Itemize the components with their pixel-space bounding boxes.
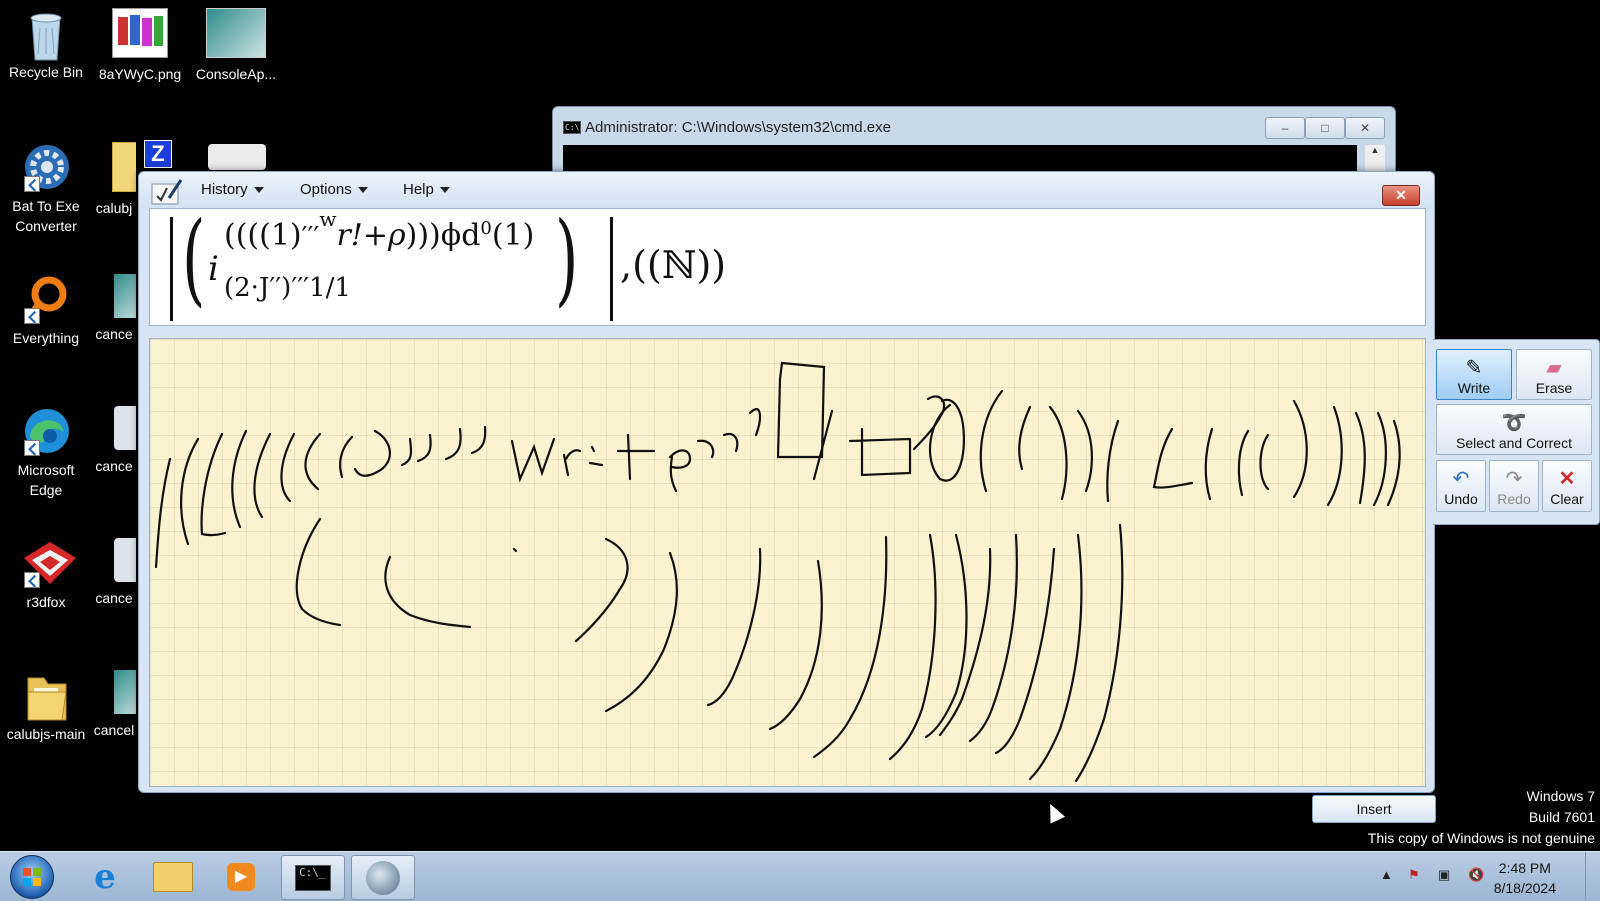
- chevron-down-icon: [253, 187, 264, 194]
- cmd-icon: C:\_: [295, 864, 331, 891]
- windows-logo-icon: [23, 868, 41, 886]
- chevron-down-icon: [357, 187, 368, 194]
- taskbar-internet-explorer[interactable]: e: [74, 855, 136, 898]
- desktop-icon-r3dfox[interactable]: r3dfox: [4, 538, 88, 612]
- desktop-icon-cance-3[interactable]: cance: [92, 538, 136, 608]
- desktop-icon-calubjs-main[interactable]: calubjs-main: [4, 670, 88, 744]
- gear-icon: [114, 406, 136, 450]
- desktop-icon-calubj[interactable]: calubj: [92, 142, 136, 218]
- desktop-icon-cance-1[interactable]: cance: [92, 274, 136, 344]
- undo-icon: ↶: [1452, 468, 1470, 490]
- cmd-icon: C:\: [563, 121, 581, 134]
- action-center-flag-icon[interactable]: ⚑: [1408, 867, 1420, 883]
- shortcut-arrow-icon: [24, 308, 40, 324]
- windows-watermark: Windows 7 Build 7601 This copy of Window…: [1367, 788, 1595, 846]
- file-explorer-icon: [153, 861, 193, 892]
- redo-icon: ↷: [1505, 468, 1523, 490]
- formula-top: ((((1)′′′wr!+ρ)))ϕd0(1): [224, 208, 535, 253]
- show-desktop-button[interactable]: [1585, 852, 1600, 901]
- math-input-panel-window[interactable]: History Options Help ✕ ( ((((1)′′′wr!+ρ)…: [138, 171, 1435, 793]
- start-button[interactable]: [10, 855, 54, 899]
- folder-icon: [22, 670, 70, 721]
- minimize-button[interactable]: –: [1265, 117, 1305, 139]
- desktop-icon-recycle-bin[interactable]: Recycle Bin: [4, 8, 88, 82]
- folder-icon: [112, 142, 136, 192]
- lasso-icon: ➰: [1501, 412, 1527, 434]
- formula-subscript: (2·J′′)′′′1/1: [224, 273, 351, 303]
- redo-button[interactable]: ↷ Redo: [1489, 460, 1539, 512]
- zip-icon: Z: [144, 140, 172, 168]
- edge-icon: [22, 406, 70, 456]
- desktop-icon-cance-2[interactable]: cance: [92, 406, 136, 476]
- volume-muted-icon[interactable]: 🔇: [1468, 867, 1484, 883]
- chevron-down-icon: [439, 187, 450, 194]
- menu-history[interactable]: History: [201, 181, 264, 198]
- taskbar-clock[interactable]: 2:48 PM 8/18/2024: [1494, 858, 1556, 898]
- cmd-window[interactable]: C:\ Administrator: C:\Windows\system32\c…: [552, 106, 1396, 172]
- undo-button[interactable]: ↶ Undo: [1436, 460, 1486, 512]
- clear-button[interactable]: ✕ Clear: [1542, 460, 1592, 512]
- recycle-bin-icon: [22, 8, 70, 61]
- shortcut-arrow-icon: [24, 440, 40, 456]
- show-hidden-icons-icon[interactable]: ▲: [1380, 867, 1393, 882]
- math-input-panel-icon: [366, 860, 400, 895]
- desktop-icon-everything[interactable]: Everything: [4, 274, 88, 348]
- desktop-icon-consoleap[interactable]: ConsoleAp...: [194, 8, 278, 84]
- gear-icon: [208, 144, 266, 170]
- gear-icon: [114, 538, 136, 582]
- image-file-icon: [112, 8, 168, 58]
- desktop-icon-bat-to-exe[interactable]: Bat To Exe Converter: [4, 142, 88, 236]
- tool-panel: ✎ Write ▰ Erase ➰ Select and Correct ↶ U…: [1433, 339, 1600, 525]
- abs-bar-right: [610, 217, 613, 321]
- menu-options[interactable]: Options: [300, 181, 368, 198]
- pen-icon: ✎: [1465, 357, 1483, 379]
- close-button[interactable]: ✕: [1345, 117, 1385, 139]
- select-and-correct-button[interactable]: ➰ Select and Correct: [1436, 404, 1592, 455]
- math-preview: ( ((((1)′′′wr!+ρ)))ϕd0(1) i (2·J′′)′′′1/…: [149, 208, 1426, 326]
- cmd-window-title: Administrator: C:\Windows\system32\cmd.e…: [585, 119, 891, 136]
- taskbar-math-input-panel[interactable]: [351, 855, 415, 900]
- shortcut-arrow-icon: [24, 572, 40, 588]
- close-icon: ✕: [1558, 468, 1576, 490]
- desktop-icon-cancel[interactable]: cancel: [92, 670, 136, 740]
- menu-help[interactable]: Help: [403, 181, 450, 198]
- paren-left: (: [182, 208, 206, 317]
- maximize-button[interactable]: □: [1305, 117, 1345, 139]
- r3dfox-icon: [22, 538, 76, 588]
- desktop-icon-8aywyc[interactable]: 8aYWyC.png: [98, 8, 182, 84]
- close-button[interactable]: ✕: [1382, 185, 1420, 206]
- mouse-cursor-icon: [1042, 800, 1066, 824]
- paren-right: ): [555, 208, 579, 317]
- gear-icon: [22, 142, 70, 192]
- write-button[interactable]: ✎ Write: [1436, 349, 1512, 400]
- handwriting-strokes: [154, 361, 1401, 783]
- scroll-up-icon[interactable]: ▲: [1365, 145, 1385, 171]
- search-icon: [22, 274, 70, 324]
- abs-bar-left: [170, 217, 173, 321]
- internet-explorer-icon: e: [94, 856, 116, 897]
- formula-comma-n: ,((ℕ)): [620, 243, 727, 287]
- taskbar: e ▶ C:\_ ▲ ⚑ ▣ 🔇 2:48 PM 8/18/2024: [0, 851, 1600, 901]
- taskbar-cmd[interactable]: C:\_: [281, 855, 345, 900]
- math-input-panel-icon: [151, 178, 183, 205]
- eraser-icon: ▰: [1546, 357, 1562, 379]
- formula-i: i: [208, 249, 219, 289]
- cmd-console-area[interactable]: [563, 145, 1357, 171]
- network-icon[interactable]: ▣: [1438, 867, 1450, 883]
- taskbar-media-player[interactable]: ▶: [210, 855, 272, 898]
- image-file-icon: [206, 8, 266, 58]
- erase-button[interactable]: ▰ Erase: [1516, 349, 1592, 400]
- image-file-icon: [114, 274, 136, 318]
- desktop-icon-microsoft-edge[interactable]: Microsoft Edge: [4, 406, 88, 500]
- image-file-icon: [114, 670, 136, 714]
- shortcut-arrow-icon: [24, 176, 40, 192]
- media-player-icon: ▶: [227, 862, 255, 891]
- taskbar-file-explorer[interactable]: [142, 855, 204, 898]
- handwriting-area[interactable]: [149, 338, 1426, 787]
